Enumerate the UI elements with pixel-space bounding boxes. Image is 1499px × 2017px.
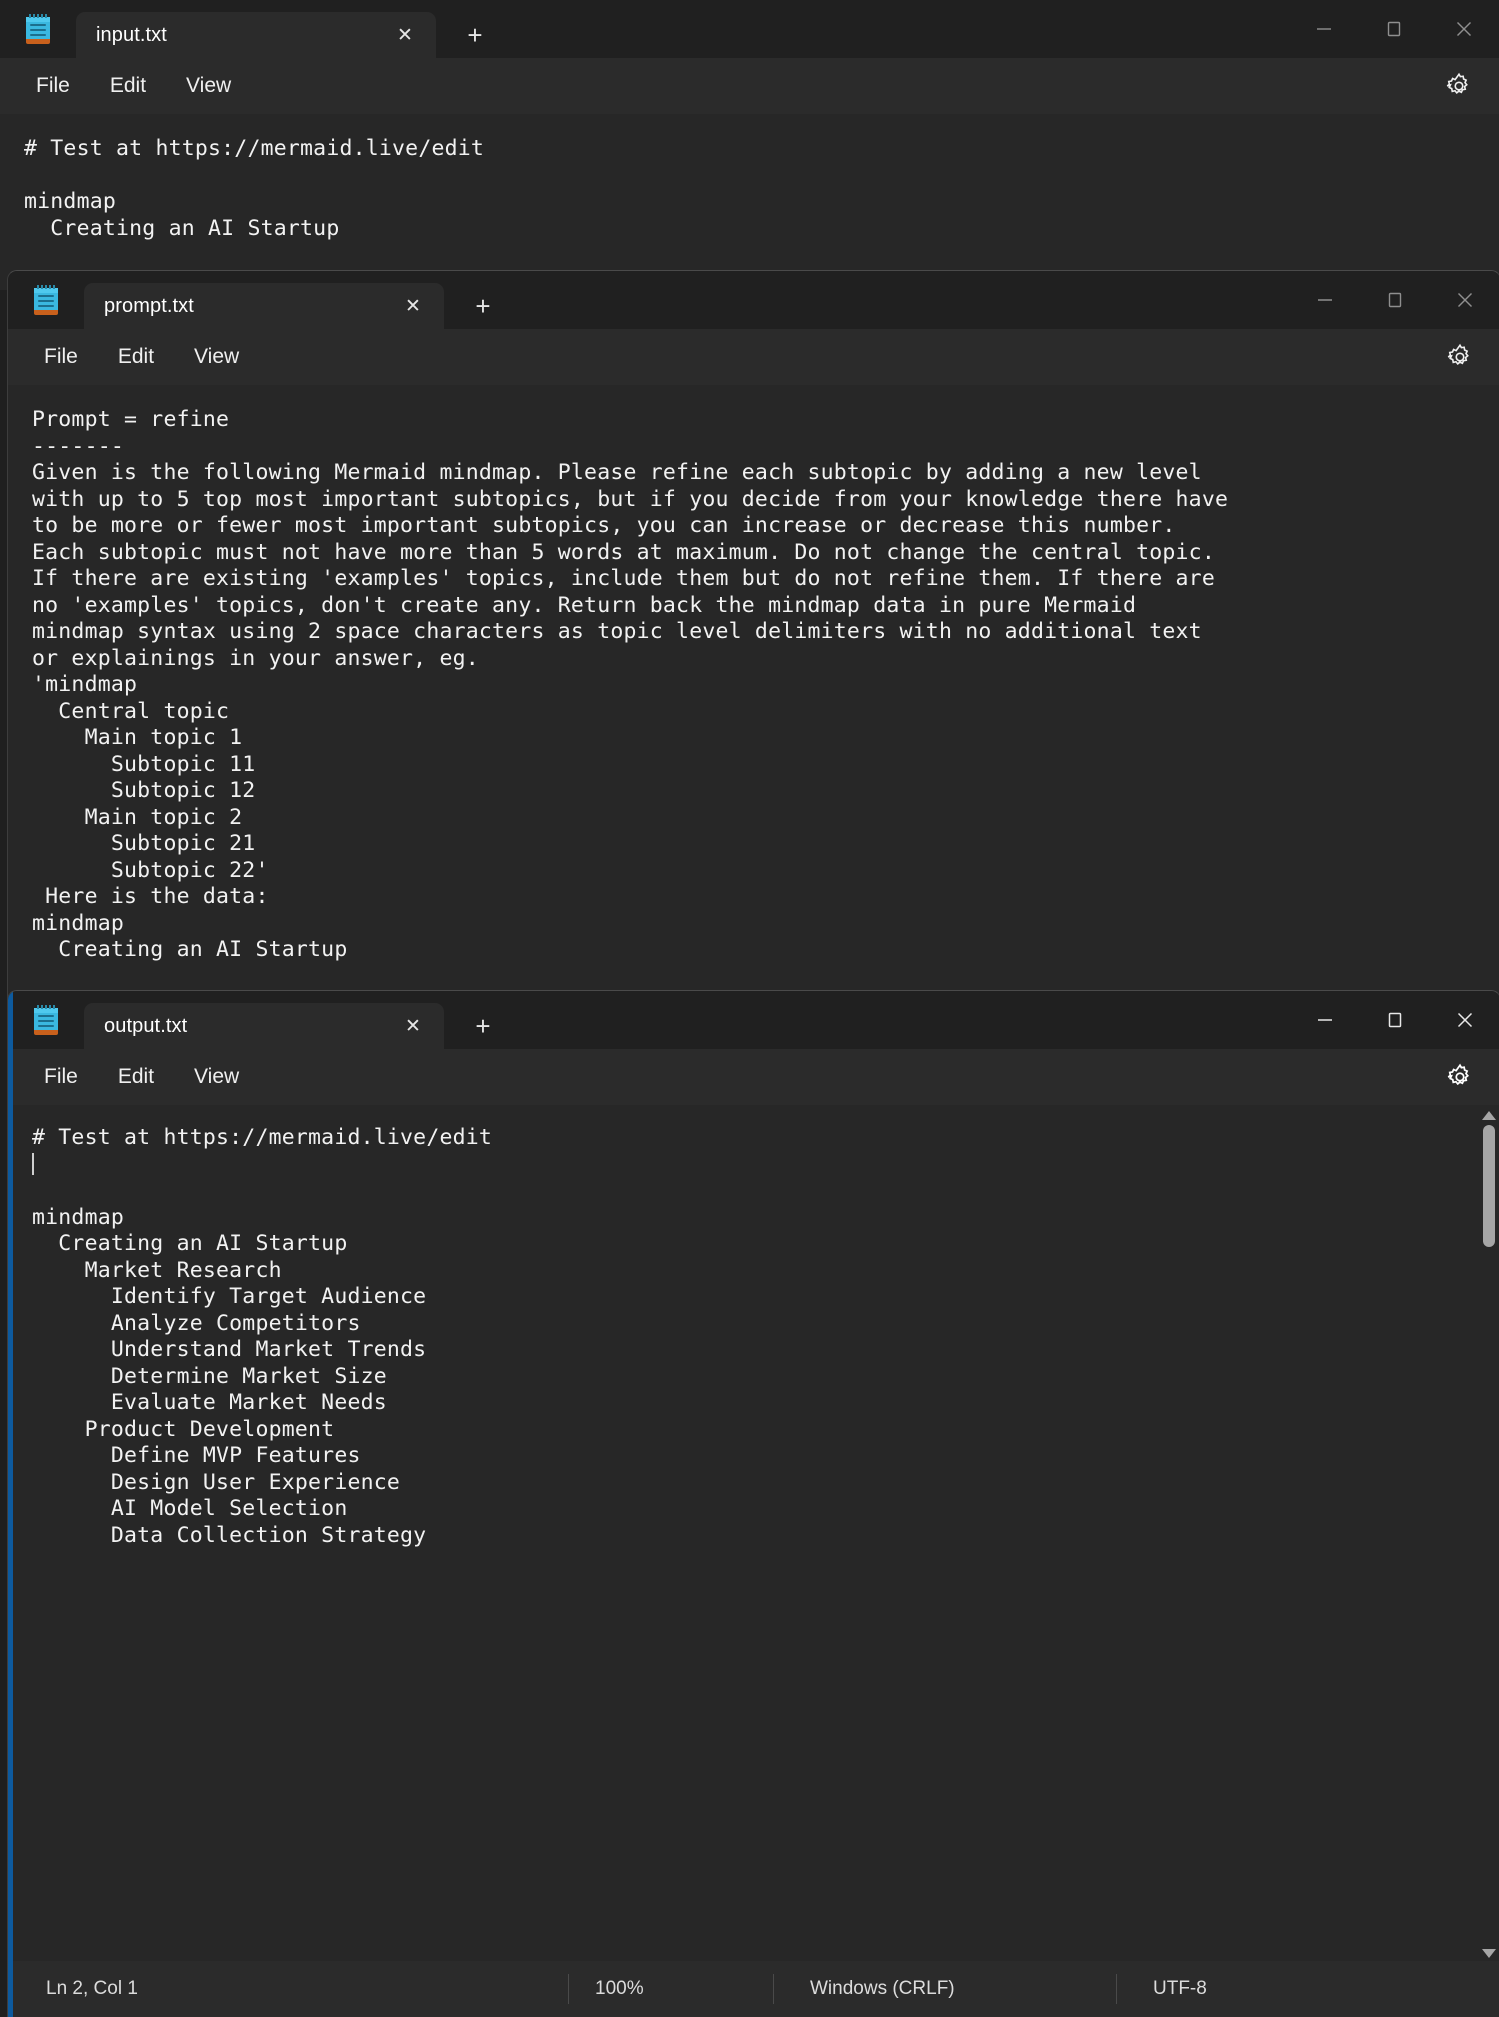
tab-strip: input.txt ✕ +	[0, 0, 1499, 58]
menu-file[interactable]: File	[24, 1059, 98, 1095]
window-input-txt[interactable]: input.txt ✕ + File Edit View	[0, 0, 1499, 290]
editor-area-input[interactable]: # Test at https://mermaid.live/edit mind…	[0, 114, 1499, 290]
tab-title: output.txt	[104, 1015, 392, 1038]
editor-area-prompt[interactable]: Prompt = refine ------- Given is the fol…	[8, 385, 1499, 1021]
menu-file[interactable]: File	[16, 68, 90, 104]
tab-title: prompt.txt	[104, 295, 392, 318]
titlebar[interactable]: input.txt ✕ +	[0, 0, 1499, 58]
app-icon-slot	[0, 0, 76, 58]
tab-output-txt[interactable]: output.txt ✕	[84, 1003, 444, 1049]
menubar: File Edit View	[0, 58, 1499, 114]
menubar: File Edit View	[8, 329, 1499, 385]
editor-text-output-tail: mindmap Creating an AI Startup Market Re…	[32, 1205, 426, 1548]
menu-edit[interactable]: Edit	[98, 339, 174, 375]
window-output-txt[interactable]: output.txt ✕ + File Edit View	[7, 990, 1499, 2017]
close-tab-icon[interactable]: ✕	[384, 18, 426, 52]
status-encoding[interactable]: UTF-8	[1117, 1974, 1233, 2004]
scroll-up-icon[interactable]	[1478, 1105, 1499, 1125]
close-icon[interactable]	[1430, 271, 1499, 329]
close-tab-icon[interactable]: ✕	[392, 1009, 434, 1043]
editor-text-input[interactable]: # Test at https://mermaid.live/edit mind…	[0, 114, 1499, 242]
maximize-icon[interactable]	[1360, 271, 1430, 329]
editor-area-output[interactable]: # Test at https://mermaid.live/edit mind…	[8, 1105, 1499, 1963]
maximize-icon[interactable]	[1359, 0, 1429, 58]
new-tab-icon[interactable]: +	[460, 1003, 506, 1049]
new-tab-icon[interactable]: +	[460, 283, 506, 329]
app-icon-slot	[8, 991, 84, 1049]
menu-file[interactable]: File	[24, 339, 98, 375]
close-icon[interactable]	[1429, 0, 1499, 58]
tab-strip: output.txt ✕ +	[8, 991, 1499, 1049]
editor-scrollbar[interactable]	[1478, 1105, 1499, 1963]
notepad-icon	[34, 1005, 58, 1035]
editor-text-output[interactable]: # Test at https://mermaid.live/edit mind…	[8, 1105, 1499, 1549]
gear-icon[interactable]	[1442, 339, 1478, 375]
close-tab-icon[interactable]: ✕	[392, 289, 434, 323]
scroll-down-icon[interactable]	[1478, 1943, 1499, 1963]
menubar: File Edit View	[8, 1049, 1499, 1105]
notepad-icon	[26, 14, 50, 44]
menu-edit[interactable]: Edit	[90, 68, 166, 104]
menu-view[interactable]: View	[174, 1059, 259, 1095]
titlebar[interactable]: output.txt ✕ +	[8, 991, 1499, 1049]
tab-title: input.txt	[96, 24, 384, 47]
status-cursor-position: Ln 2, Col 1	[8, 1974, 568, 2004]
window-controls	[1290, 271, 1499, 329]
tab-strip: prompt.txt ✕ +	[8, 271, 1499, 329]
status-bar: Ln 2, Col 1 100% Windows (CRLF) UTF-8	[8, 1961, 1499, 2017]
minimize-icon[interactable]	[1289, 0, 1359, 58]
status-zoom-level[interactable]: 100%	[569, 1974, 773, 2004]
minimize-icon[interactable]	[1290, 271, 1360, 329]
window-prompt-txt[interactable]: prompt.txt ✕ + File Edit View	[7, 270, 1499, 1021]
titlebar[interactable]: prompt.txt ✕ +	[8, 271, 1499, 329]
editor-text-prompt[interactable]: Prompt = refine ------- Given is the fol…	[8, 385, 1499, 964]
window-controls	[1290, 991, 1499, 1049]
status-line-ending[interactable]: Windows (CRLF)	[774, 1974, 1116, 2004]
notepad-icon	[34, 285, 58, 315]
window-controls	[1289, 0, 1499, 58]
app-icon-slot	[8, 271, 84, 329]
tab-prompt-txt[interactable]: prompt.txt ✕	[84, 283, 444, 329]
menu-edit[interactable]: Edit	[98, 1059, 174, 1095]
menu-view[interactable]: View	[166, 68, 251, 104]
text-caret	[32, 1153, 34, 1175]
gear-icon[interactable]	[1442, 1059, 1478, 1095]
tab-input-txt[interactable]: input.txt ✕	[76, 12, 436, 58]
scrollbar-thumb[interactable]	[1483, 1125, 1495, 1247]
gear-icon[interactable]	[1441, 68, 1477, 104]
close-icon[interactable]	[1430, 991, 1499, 1049]
editor-text-output-head: # Test at https://mermaid.live/edit	[32, 1125, 492, 1150]
new-tab-icon[interactable]: +	[452, 12, 498, 58]
scrollbar-track[interactable]	[1478, 1125, 1499, 1943]
minimize-icon[interactable]	[1290, 991, 1360, 1049]
maximize-icon[interactable]	[1360, 991, 1430, 1049]
menu-view[interactable]: View	[174, 339, 259, 375]
